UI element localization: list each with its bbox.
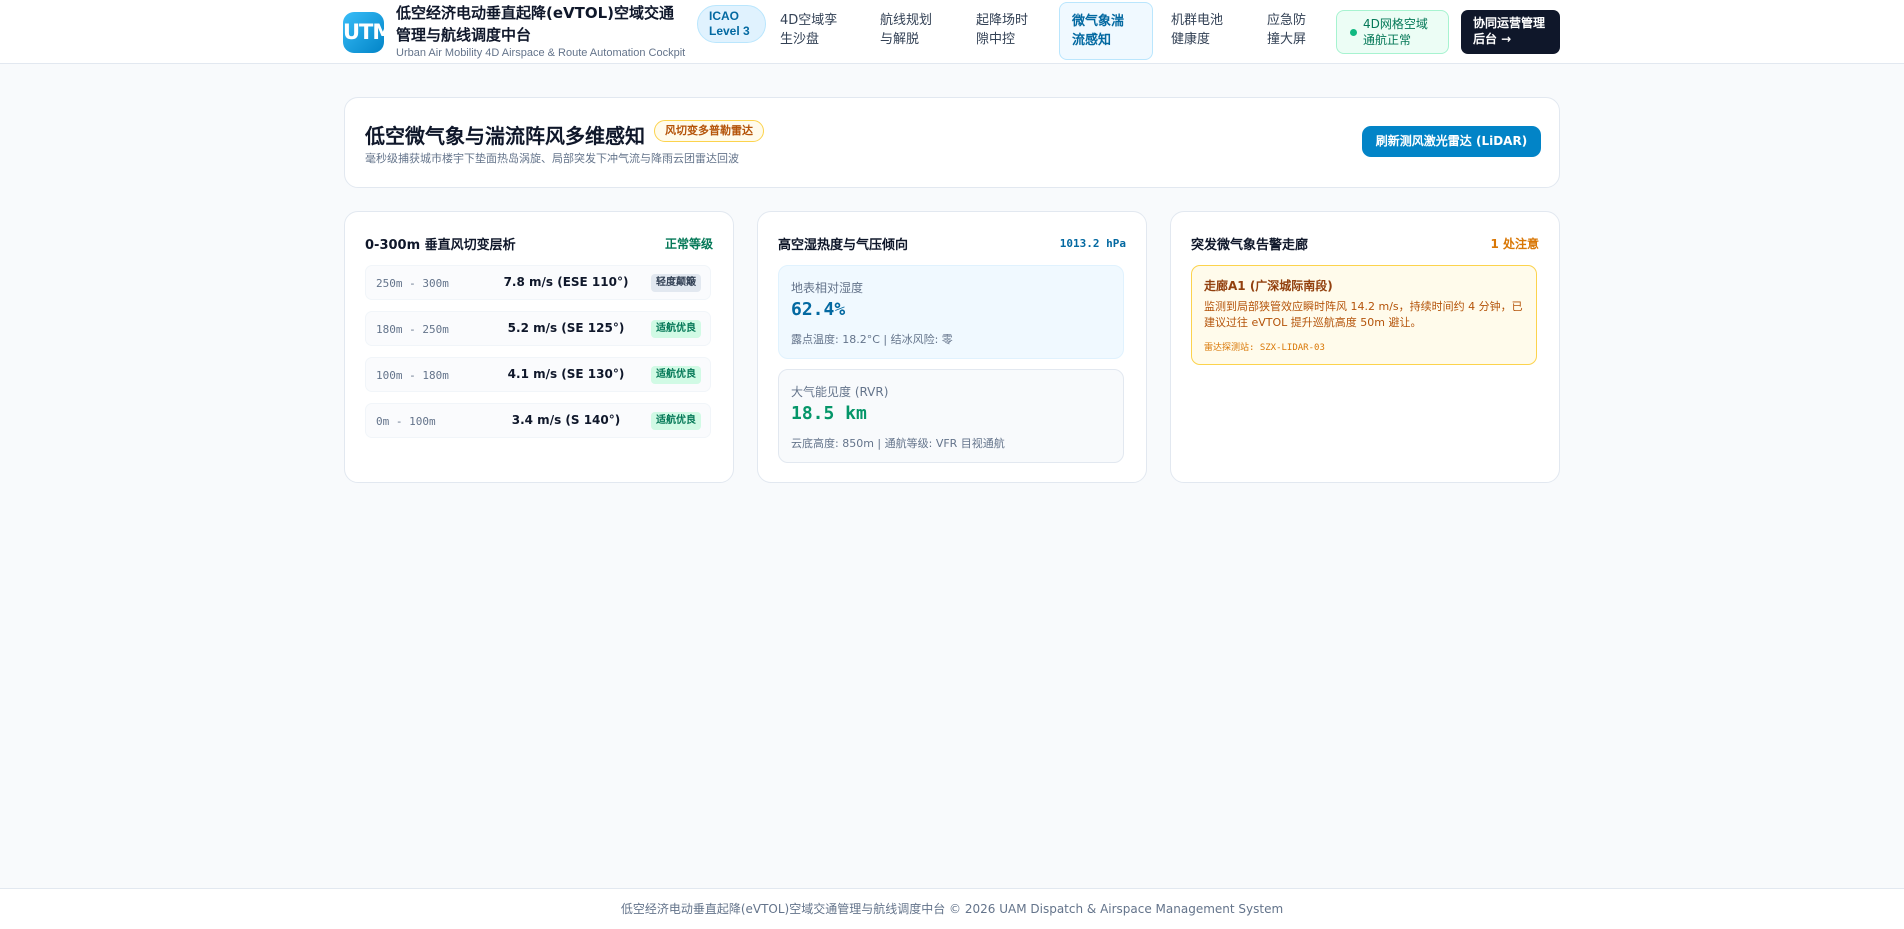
visibility-value: 18.5 km <box>791 403 867 424</box>
radar-badge: 风切变多普勒雷达 <box>654 120 764 142</box>
top-header: UTM 低空经济电动垂直起降(eVTOL)空域交通管理与航线调度中台 Urban… <box>0 0 1904 64</box>
nav-4d-airspace-twin[interactable]: 4D空域孪 生沙盘 <box>768 2 844 60</box>
nav-micro-weather[interactable]: 微气象湍 流感知 <box>1059 2 1153 60</box>
pressure-value: 1013.2 hPa <box>1059 237 1126 250</box>
app-subtitle: Urban Air Mobility 4D Airspace & Route A… <box>396 47 686 59</box>
alert-source: 雷达探测站: SZX-LIDAR-03 <box>1204 343 1325 353</box>
card-title: 0-300m 垂直风切变层析 <box>365 238 516 253</box>
admin-label-line2: 后台 → <box>1473 32 1512 46</box>
page-subtitle: 毫秒级捕获城市楼宇下垫面热岛涡旋、局部突发下冲气流与降雨云团雷达回波 <box>365 152 739 165</box>
wind-value: 4.1 m/s (SE 130°) <box>507 367 625 381</box>
icao-level-badge: ICAO Level 3 <box>697 5 766 43</box>
altitude-range: 100m - 180m <box>376 369 449 382</box>
nav-label-line2: 健康度 <box>1171 32 1211 47</box>
page-header-card: 低空微气象与湍流阵风多维感知 风切变多普勒雷达 毫秒级捕获城市楼宇下垫面热岛涡旋… <box>344 97 1560 188</box>
nav-label-line1: 应急防 <box>1267 13 1307 28</box>
altitude-range: 250m - 300m <box>376 277 449 290</box>
page-footer: 低空经济电动垂直起降(eVTOL)空域交通管理与航线调度中台 © 2026 UA… <box>0 888 1904 929</box>
card-title: 突发微气象告警走廊 <box>1191 238 1309 253</box>
icao-label: ICAO <box>709 9 739 23</box>
metric-note: 云底高度: 850m | 通航等级: VFR 目视通航 <box>791 437 1005 450</box>
refresh-lidar-button[interactable]: 刷新测风激光雷达 (LiDAR) <box>1362 126 1541 157</box>
utm-logo: UTM <box>343 12 384 53</box>
turbulence-badge: 适航优良 <box>651 412 701 430</box>
nav-label-line1: 机群电池 <box>1171 13 1224 28</box>
shear-row: 100m - 180m 4.1 m/s (SE 130°) 适航优良 <box>365 357 711 392</box>
app-title: 低空经济电动垂直起降(eVTOL)空域交通管理与航线调度中台 <box>396 4 675 44</box>
nav-label-line2: 隙中控 <box>976 32 1016 47</box>
nav-label-line2: 撞大屏 <box>1267 32 1307 47</box>
altitude-range: 180m - 250m <box>376 323 449 336</box>
turbulence-badge: 适航优良 <box>651 366 701 384</box>
humidity-pressure-card: 高空湿热度与气压倾向 1013.2 hPa 地表相对湿度 62.4% 露点温度:… <box>757 211 1147 483</box>
status-dot-icon <box>1350 29 1357 36</box>
nav-label-line1: 微气象湍 <box>1072 14 1125 29</box>
wind-value: 5.2 m/s (SE 125°) <box>507 321 625 335</box>
nav-vertiport-slots[interactable]: 起降场时 隙中控 <box>964 2 1040 60</box>
admin-label-line1: 协同运营管理 <box>1473 16 1546 30</box>
wind-value: 3.4 m/s (S 140°) <box>511 413 621 427</box>
turbulence-badge: 轻度颠簸 <box>651 274 701 292</box>
page-title: 低空微气象与湍流阵风多维感知 <box>365 124 645 148</box>
alert-item[interactable]: 走廊A1 (广深城际南段) 监测到局部狭管效应瞬时阵风 14.2 m/s，持续时… <box>1191 265 1537 365</box>
ops-admin-button[interactable]: 协同运营管理 后台 → <box>1461 10 1560 54</box>
nav-label-line2: 与解脱 <box>880 32 920 47</box>
metric-label: 地表相对湿度 <box>791 281 864 295</box>
metric-label: 大气能见度 (RVR) <box>791 385 889 399</box>
nav-fleet-battery[interactable]: 机群电池 健康度 <box>1159 2 1235 60</box>
nav-emergency-screen[interactable]: 应急防 撞大屏 <box>1255 2 1327 60</box>
shear-row: 250m - 300m 7.8 m/s (ESE 110°) 轻度颠簸 <box>365 265 711 300</box>
shear-level-badge: 正常等级 <box>664 237 713 251</box>
weather-alert-card: 突发微气象告警走廊 1 处注意 走廊A1 (广深城际南段) 监测到局部狭管效应瞬… <box>1170 211 1560 483</box>
shear-row: 0m - 100m 3.4 m/s (S 140°) 适航优良 <box>365 403 711 438</box>
wind-value: 7.8 m/s (ESE 110°) <box>503 275 629 289</box>
alert-description: 监测到局部狭管效应瞬时阵风 14.2 m/s，持续时间约 4 分钟，已建议过往 … <box>1204 300 1523 329</box>
humidity-value: 62.4% <box>791 299 846 320</box>
visibility-metric: 大气能见度 (RVR) 18.5 km 云底高度: 850m | 通航等级: V… <box>778 369 1124 463</box>
icao-level: Level 3 <box>709 24 750 38</box>
wind-shear-card: 0-300m 垂直风切变层析 正常等级 250m - 300m 7.8 m/s … <box>344 211 734 483</box>
airspace-status-badge: 4D网格空域 通航正常 <box>1336 10 1449 54</box>
status-line1: 4D网格空域 <box>1363 17 1428 31</box>
alert-count: 1 处注意 <box>1490 237 1539 251</box>
turbulence-badge: 适航优良 <box>651 320 701 338</box>
nav-label-line1: 4D空域孪 <box>780 13 838 28</box>
card-title: 高空湿热度与气压倾向 <box>778 238 909 253</box>
status-line2: 通航正常 <box>1363 33 1412 47</box>
metric-note: 露点温度: 18.2°C | 结冰风险: 零 <box>791 333 953 346</box>
nav-label-line2: 流感知 <box>1072 33 1112 48</box>
humidity-metric: 地表相对湿度 62.4% 露点温度: 18.2°C | 结冰风险: 零 <box>778 265 1124 359</box>
shear-row: 180m - 250m 5.2 m/s (SE 125°) 适航优良 <box>365 311 711 346</box>
brand-block: 低空经济电动垂直起降(eVTOL)空域交通管理与航线调度中台 Urban Air… <box>396 2 686 60</box>
nav-label-line2: 生沙盘 <box>780 32 820 47</box>
nav-route-planning[interactable]: 航线规划 与解脱 <box>868 2 944 60</box>
nav-label-line1: 航线规划 <box>880 13 933 28</box>
altitude-range: 0m - 100m <box>376 415 436 428</box>
alert-title: 走廊A1 (广深城际南段) <box>1204 279 1333 293</box>
nav-label-line1: 起降场时 <box>976 13 1029 28</box>
